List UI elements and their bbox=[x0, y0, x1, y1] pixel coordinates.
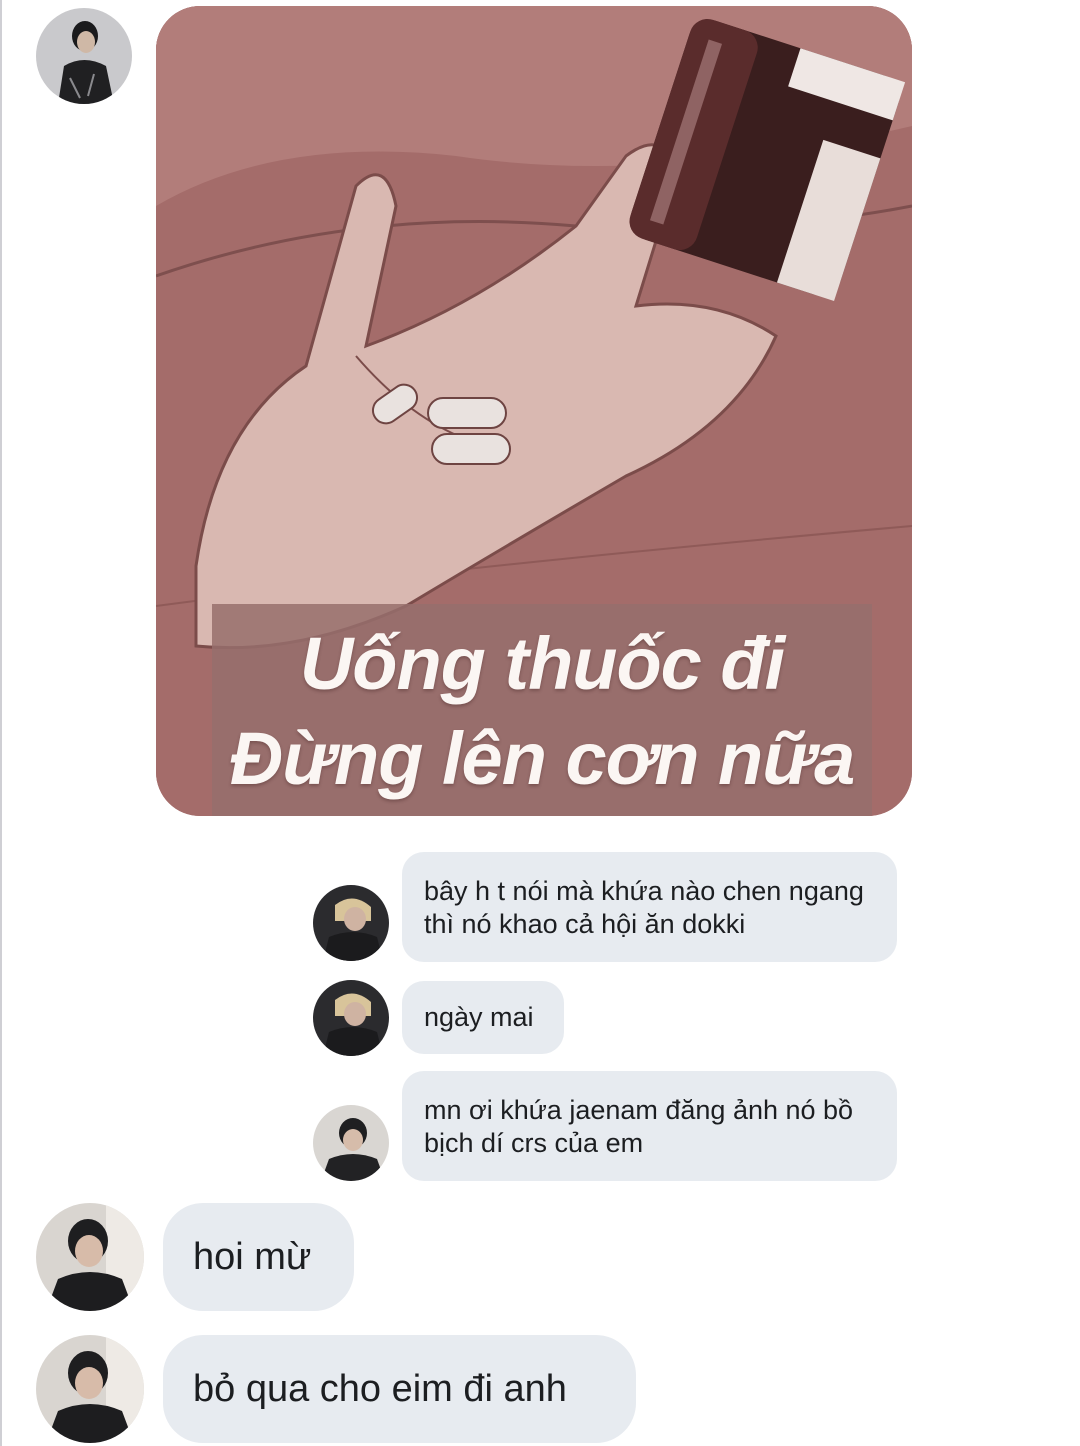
message-avatar[interactable] bbox=[36, 1203, 144, 1311]
message-text: bỏ qua cho eim đi anh bbox=[193, 1368, 567, 1410]
meme-image[interactable]: Uống thuốc đi Đừng lên cơn nữa bbox=[156, 6, 912, 816]
reply-bubble[interactable]: ngày mai bbox=[402, 981, 564, 1054]
left-divider bbox=[0, 0, 2, 1446]
reply-avatar[interactable] bbox=[313, 980, 389, 1056]
reply-text: bây h t nói mà khứa nào chen ngang thì n… bbox=[424, 876, 864, 939]
message-bubble[interactable]: hoi mừ bbox=[163, 1203, 354, 1311]
message-avatar[interactable] bbox=[36, 1335, 144, 1443]
reply-avatar[interactable] bbox=[313, 885, 389, 961]
reply-text: ngày mai bbox=[424, 1002, 534, 1032]
message-text: hoi mừ bbox=[193, 1236, 312, 1278]
sender-avatar[interactable] bbox=[36, 8, 132, 104]
reply-text: mn ơi khứa jaenam đăng ảnh nó bồ bịch dí… bbox=[424, 1095, 854, 1158]
reply-avatar[interactable] bbox=[313, 1105, 389, 1181]
reply-bubble[interactable]: mn ơi khứa jaenam đăng ảnh nó bồ bịch dí… bbox=[402, 1071, 897, 1181]
caption-line-1: Uống thuốc đi bbox=[299, 622, 785, 705]
reply-bubble[interactable]: bây h t nói mà khứa nào chen ngang thì n… bbox=[402, 852, 897, 962]
meme-caption: Uống thuốc đi Đừng lên cơn nữa bbox=[212, 604, 872, 816]
message-bubble[interactable]: bỏ qua cho eim đi anh bbox=[163, 1335, 636, 1443]
caption-line-2: Đừng lên cơn nữa bbox=[229, 717, 856, 800]
